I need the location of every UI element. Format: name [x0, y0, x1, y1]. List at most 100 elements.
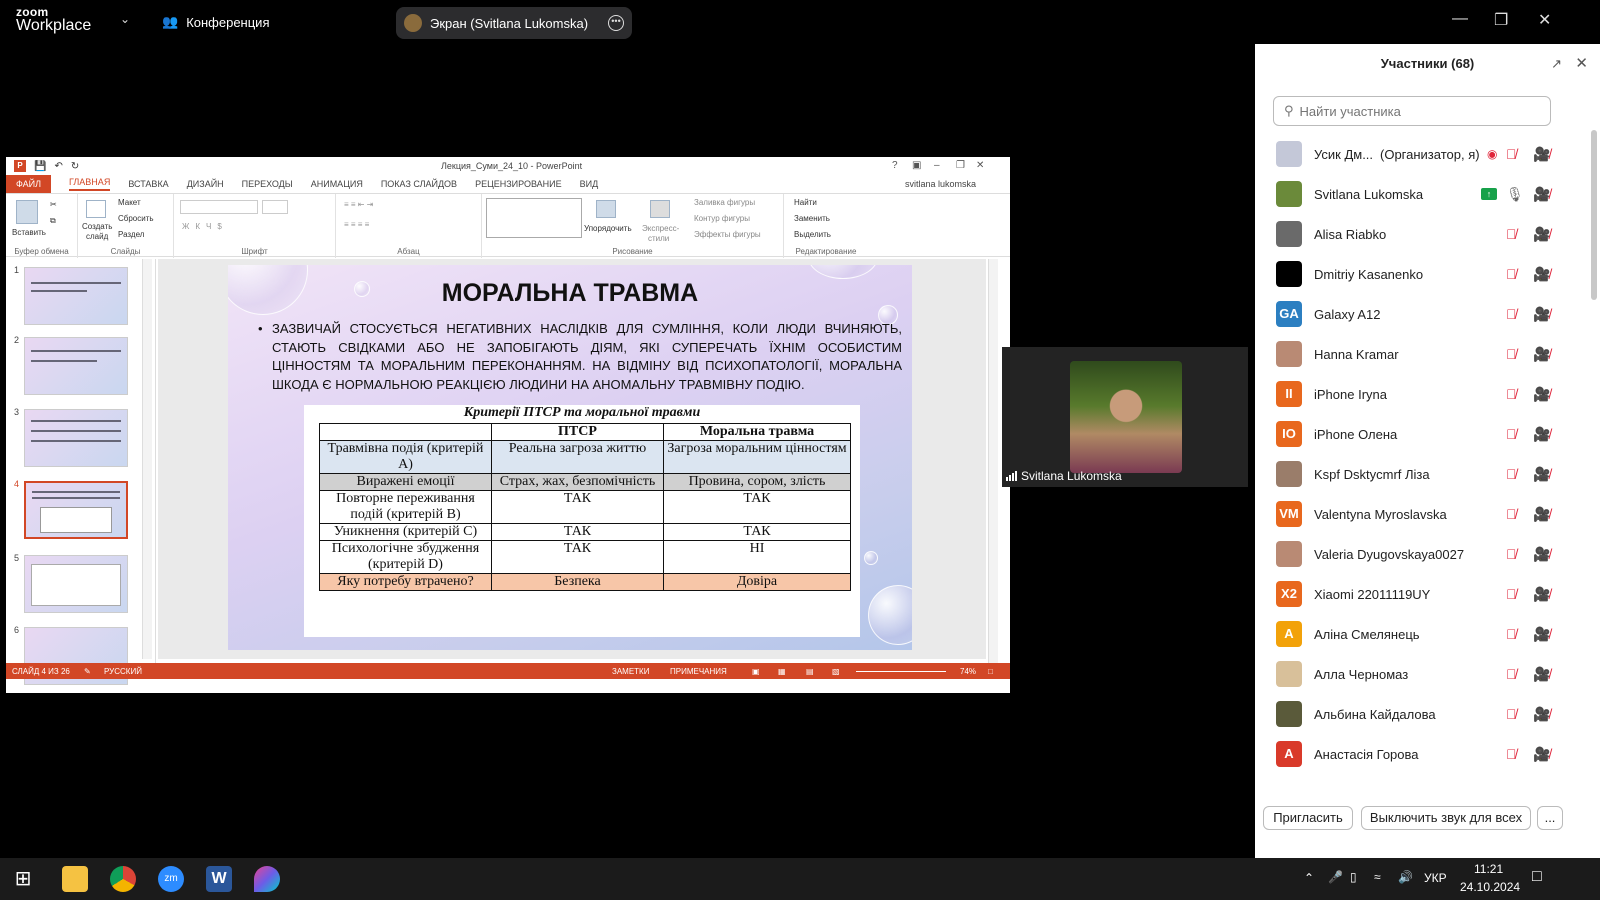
camera-off-icon[interactable]: 🎥̸ — [1533, 186, 1550, 203]
invite-button[interactable]: Пригласить — [1263, 806, 1353, 830]
arrange-button[interactable]: Упорядочить — [584, 224, 632, 233]
tab-review[interactable]: РЕЦЕНЗИРОВАНИЕ — [475, 179, 562, 189]
tab-insert[interactable]: ВСТАВКА — [128, 179, 168, 189]
camera-off-icon[interactable]: 🎥̸ — [1533, 506, 1550, 523]
battery-icon[interactable]: ▯ — [1350, 870, 1357, 884]
reading-view-icon[interactable]: ▤ — [806, 667, 814, 676]
replace-button[interactable]: Заменить — [794, 214, 830, 223]
camera-off-icon[interactable]: 🎥̸ — [1533, 706, 1550, 723]
reset-button[interactable]: Сбросить — [118, 214, 154, 223]
slide-thumbnail[interactable] — [24, 267, 128, 325]
mic-muted-icon[interactable]: 🎙̸ — [1506, 506, 1517, 522]
font-size-box[interactable] — [262, 200, 288, 214]
chevron-down-icon[interactable]: ⌄ — [120, 12, 130, 26]
minimize-icon[interactable]: — — [1452, 10, 1468, 28]
video-tile[interactable]: Svitlana Lukomska — [1002, 347, 1248, 487]
zoom-slider[interactable] — [856, 671, 946, 672]
participant-row[interactable]: Алла Черномаз 🎙̸ 🎥̸ — [1255, 654, 1585, 694]
camera-off-icon[interactable]: 🎥̸ — [1533, 546, 1550, 563]
quick-styles-button[interactable]: Экспресс- — [642, 224, 679, 233]
mic-muted-icon[interactable]: 🎙̸ — [1506, 706, 1517, 722]
undo-icon[interactable]: ↶ — [54, 161, 62, 172]
comments-button[interactable]: ПРИМЕЧАНИЯ — [670, 667, 727, 676]
participant-row[interactable]: X2 Xiaomi 22011119UY 🎙̸ 🎥̸ — [1255, 574, 1585, 614]
camera-off-icon[interactable]: 🎥̸ — [1533, 226, 1550, 243]
redo-icon[interactable]: ↻ — [71, 161, 79, 172]
zoom-icon[interactable]: zm — [158, 866, 184, 892]
new-slide-button[interactable]: Создать — [82, 222, 112, 231]
slide-thumbnail[interactable] — [24, 555, 128, 613]
restore-icon[interactable]: ❐ — [1494, 10, 1508, 30]
mic-muted-icon[interactable]: 🎙̸ — [1506, 266, 1517, 282]
align-icons[interactable]: ≡ ≡ ≡ ≡ — [344, 220, 369, 229]
word-icon[interactable]: W — [206, 866, 232, 892]
participant-row[interactable]: IO iPhone Олена 🎙̸ 🎥̸ — [1255, 414, 1585, 454]
pop-out-icon[interactable]: ↗ — [1551, 44, 1562, 84]
help-icon[interactable]: ? — [892, 160, 898, 171]
camera-off-icon[interactable]: 🎥̸ — [1533, 386, 1550, 403]
mic-muted-icon[interactable]: 🎙̸ — [1506, 586, 1517, 602]
ppt-minimize-icon[interactable]: – — [934, 160, 940, 171]
close-panel-icon[interactable]: ✕ — [1575, 44, 1588, 84]
fit-slide-icon[interactable]: □ — [988, 667, 993, 676]
ppt-restore-icon[interactable]: ❐ — [956, 160, 965, 171]
clock-date[interactable]: 24.10.2024 — [1460, 880, 1520, 894]
mic-muted-icon[interactable]: 🎙̸ — [1506, 546, 1517, 562]
copy-icon[interactable]: ⧉ — [50, 216, 56, 226]
mic-muted-icon[interactable]: 🎙̸ — [1506, 226, 1517, 242]
mic-on-icon[interactable]: 🎙 — [1506, 186, 1524, 203]
camera-off-icon[interactable]: 🎥̸ — [1533, 746, 1550, 763]
participants-scrollbar[interactable] — [1591, 130, 1597, 300]
shape-effects-button[interactable]: Эффекты фигуры — [694, 230, 761, 239]
ppt-close-icon[interactable]: ✕ — [976, 160, 984, 171]
slideshow-icon[interactable]: ▧ — [832, 667, 840, 676]
participant-row[interactable]: Hanna Kramar 🎙̸ 🎥̸ — [1255, 334, 1585, 374]
slide-scrollbar[interactable] — [988, 259, 998, 663]
participant-search-input[interactable] — [1299, 103, 1530, 119]
camera-off-icon[interactable]: 🎥̸ — [1533, 426, 1550, 443]
meeting-menu-button[interactable]: 👥 Конференция — [162, 14, 269, 30]
tab-file[interactable]: ФАЙЛ — [6, 175, 52, 193]
mic-muted-icon[interactable]: 🎙̸ — [1506, 466, 1517, 482]
mic-muted-icon[interactable]: 🎙̸ — [1506, 666, 1517, 682]
paste-icon[interactable] — [16, 200, 38, 224]
mic-muted-icon[interactable]: 🎙̸ — [1506, 306, 1517, 322]
paint-app-icon[interactable] — [254, 866, 280, 892]
mic-muted-icon[interactable]: 🎙̸ — [1506, 146, 1517, 162]
participant-row[interactable]: Альбина Кайдалова 🎙̸ 🎥̸ — [1255, 694, 1585, 734]
mic-muted-icon[interactable]: 🎙̸ — [1506, 386, 1517, 402]
thumbnails-scrollbar[interactable] — [142, 259, 152, 659]
wifi-icon[interactable]: ≈ — [1374, 870, 1381, 884]
slide-sorter-icon[interactable]: ▦ — [778, 667, 786, 676]
camera-off-icon[interactable]: 🎥̸ — [1533, 306, 1550, 323]
camera-off-icon[interactable]: 🎥̸ — [1533, 586, 1550, 603]
input-language[interactable]: УКР — [1424, 871, 1447, 885]
mic-muted-icon[interactable]: 🎙̸ — [1506, 346, 1517, 362]
participant-row[interactable]: GA Galaxy A12 🎙̸ 🎥̸ — [1255, 294, 1585, 334]
mic-muted-icon[interactable]: 🎙̸ — [1506, 626, 1517, 642]
save-icon[interactable]: 💾 — [34, 161, 46, 172]
shape-outline-button[interactable]: Контур фигуры — [694, 214, 750, 223]
participant-row[interactable]: Valeria Dyugovskaya0027 🎙̸ 🎥̸ — [1255, 534, 1585, 574]
microphone-icon[interactable]: 🎤 — [1328, 870, 1343, 884]
tab-design[interactable]: ДИЗАЙН — [187, 179, 224, 189]
shape-fill-button[interactable]: Заливка фигуры — [694, 198, 755, 207]
ppt-user-name[interactable]: svitlana lukomska — [905, 179, 976, 189]
mic-muted-icon[interactable]: 🎙̸ — [1506, 746, 1517, 762]
camera-off-icon[interactable]: 🎥̸ — [1533, 266, 1550, 283]
camera-off-icon[interactable]: 🎥̸ — [1533, 346, 1550, 363]
paste-button[interactable]: Вставить — [12, 228, 46, 237]
chrome-icon[interactable] — [110, 866, 136, 892]
file-explorer-icon[interactable] — [62, 866, 88, 892]
clock-time[interactable]: 11:21 — [1474, 862, 1503, 876]
volume-icon[interactable]: 🔊 — [1398, 870, 1413, 884]
tab-view[interactable]: ВИД — [580, 179, 599, 189]
participant-row[interactable]: Alisa Riabko 🎙̸ 🎥̸ — [1255, 214, 1585, 254]
language-indicator[interactable]: РУССКИЙ — [104, 667, 142, 676]
more-options-icon[interactable]: ••• — [608, 15, 624, 31]
current-slide[interactable]: МОРАЛЬНА ТРАВМА • Зазвичай стосується не… — [228, 265, 912, 650]
zoom-level[interactable]: 74% — [960, 667, 976, 676]
participant-row[interactable]: II iPhone Iryna 🎙̸ 🎥̸ — [1255, 374, 1585, 414]
ribbon-display-icon[interactable]: ▣ — [912, 160, 921, 171]
new-slide-icon[interactable] — [86, 200, 106, 218]
